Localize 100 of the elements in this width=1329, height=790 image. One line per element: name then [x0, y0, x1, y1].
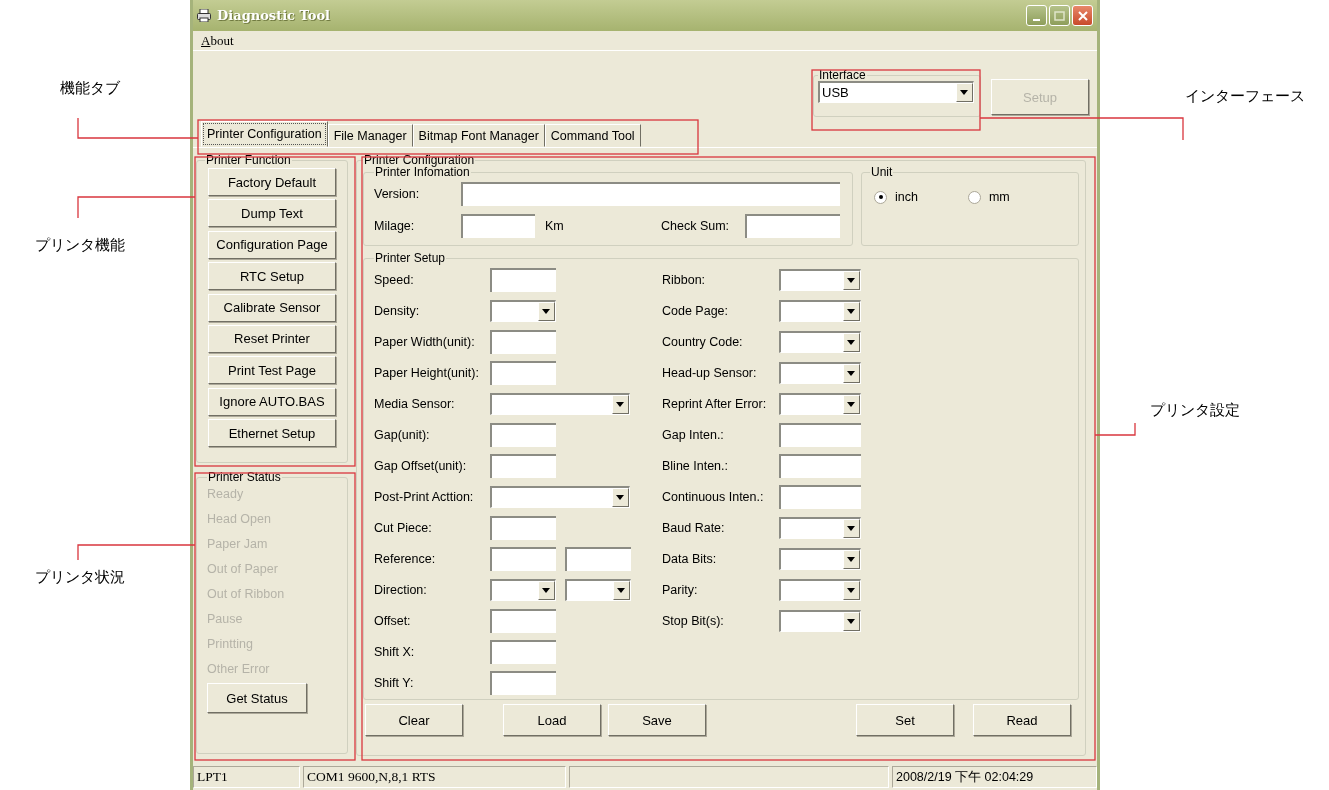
field-label: Bline Inten.:	[662, 458, 729, 473]
input-field[interactable]	[745, 214, 840, 238]
function-button[interactable]: Dump Text	[208, 199, 336, 228]
input-field[interactable]	[490, 670, 556, 695]
group-title: Interface	[818, 69, 867, 81]
dropdown-arrow-icon	[847, 556, 855, 562]
dropdown[interactable]	[779, 516, 861, 539]
action-button[interactable]: Read	[973, 704, 1071, 736]
function-button[interactable]: Calibrate Sensor	[208, 293, 336, 322]
dropdown-arrow-icon	[847, 339, 855, 345]
dropdown-arrow-icon	[847, 587, 855, 593]
dropdown[interactable]	[490, 299, 556, 322]
leader-line	[1094, 422, 1136, 436]
dropdown[interactable]: USB	[818, 81, 974, 103]
callout-label: 機能タブ	[60, 79, 120, 98]
dropdown[interactable]	[779, 547, 861, 570]
action-button[interactable]: Set	[856, 704, 954, 736]
dropdown-arrow-icon	[542, 308, 550, 314]
function-button[interactable]: RTC Setup	[208, 262, 336, 291]
input-field[interactable]	[490, 546, 556, 571]
action-button[interactable]: Save	[608, 704, 706, 736]
callout-label: プリンタ設定	[1150, 401, 1240, 420]
menu-item[interactable]: About	[199, 32, 236, 49]
maximize-button[interactable]	[1049, 5, 1070, 26]
field-label: Reprint After Error:	[662, 396, 768, 411]
tab[interactable]: Bitmap Font Manager	[412, 124, 545, 147]
input-field[interactable]	[490, 608, 556, 633]
dropdown-arrow-icon	[847, 525, 855, 531]
group-title: Printer Configuration	[363, 154, 476, 166]
field-label: Code Page:	[662, 303, 730, 318]
dropdown[interactable]	[779, 609, 861, 632]
dropdown[interactable]	[490, 578, 556, 601]
field-label: Ribbon:	[662, 272, 707, 287]
dropdown[interactable]	[779, 330, 861, 353]
field-label: Cut Piece:	[374, 520, 433, 535]
input-field[interactable]	[490, 422, 556, 447]
function-button[interactable]: Ethernet Setup	[208, 419, 336, 448]
field-label: Media Sensor:	[374, 396, 456, 411]
callout-label: インターフェース	[1185, 87, 1305, 106]
input-field[interactable]	[490, 515, 556, 540]
input-field[interactable]	[490, 329, 556, 354]
dropdown[interactable]	[779, 392, 861, 415]
close-button[interactable]	[1072, 5, 1093, 26]
input-field[interactable]	[779, 453, 861, 478]
input-field[interactable]	[490, 360, 556, 385]
field-label: Post-Print Acttion:	[374, 489, 475, 504]
dropdown[interactable]	[779, 361, 861, 384]
tab[interactable]: File Manager	[327, 124, 413, 147]
dropdown-arrow-icon	[847, 618, 855, 624]
input-field[interactable]	[779, 484, 861, 509]
function-button[interactable]: Print Test Page	[208, 356, 336, 385]
dropdown-arrow-icon	[847, 308, 855, 314]
get-status-button[interactable]: Get Status	[207, 683, 307, 713]
status-panel: 2008/2/19 下午 02:04:29	[892, 766, 1097, 788]
field-label: Density:	[374, 303, 421, 318]
field-label: Speed:	[374, 272, 415, 287]
unit-label: Km	[545, 219, 565, 233]
close-icon	[1077, 10, 1088, 21]
function-button[interactable]: Ignore AUTO.BAS	[208, 387, 336, 416]
input-field[interactable]	[461, 182, 840, 206]
function-button[interactable]: Configuration Page	[208, 230, 336, 259]
tab[interactable]: Printer Configuration	[201, 121, 328, 147]
dropdown-arrow-icon	[616, 401, 624, 407]
input-field[interactable]	[490, 267, 556, 292]
input-field[interactable]	[565, 546, 631, 571]
dropdown-arrow-icon	[847, 401, 855, 407]
dropdown[interactable]	[565, 578, 631, 601]
field-label: Gap(unit):	[374, 427, 431, 442]
minimize-icon	[1033, 18, 1040, 21]
callout-label: プリンタ機能	[35, 236, 125, 255]
dropdown-arrow-icon	[617, 587, 625, 593]
field-label: Paper Width(unit):	[374, 334, 476, 349]
tab[interactable]: Command Tool	[544, 124, 641, 147]
field-label: Gap Inten.:	[662, 427, 725, 442]
action-button[interactable]: Load	[503, 704, 601, 736]
field-label: Continuous Inten.:	[662, 489, 765, 504]
function-button[interactable]: Reset Printer	[208, 324, 336, 353]
field-label: Gap Offset(unit):	[374, 458, 468, 473]
dropdown[interactable]	[779, 578, 861, 601]
dropdown[interactable]	[490, 392, 630, 415]
minimize-button[interactable]	[1026, 5, 1047, 26]
dropdown[interactable]	[779, 299, 861, 322]
function-button[interactable]: Factory Default	[208, 168, 336, 196]
field-label: Check Sum:	[661, 219, 731, 233]
radio-button[interactable]	[874, 190, 887, 204]
field-label: Head-up Sensor:	[662, 365, 758, 380]
input-field[interactable]	[490, 453, 556, 478]
dropdown[interactable]	[490, 485, 630, 508]
group-title: Unit	[870, 166, 894, 178]
field-label: Shift Y:	[374, 675, 415, 690]
status-panel: COM1 9600,N,8,1 RTS	[303, 766, 566, 788]
field-label: Offset:	[374, 613, 412, 628]
action-button[interactable]: Clear	[365, 704, 463, 736]
input-field[interactable]	[490, 639, 556, 664]
input-field[interactable]	[461, 214, 535, 238]
input-field[interactable]	[779, 422, 861, 447]
radio-button[interactable]	[967, 190, 981, 204]
field-label: Country Code:	[662, 334, 744, 349]
dropdown[interactable]	[779, 268, 861, 291]
radio-label: mm	[988, 190, 1010, 204]
